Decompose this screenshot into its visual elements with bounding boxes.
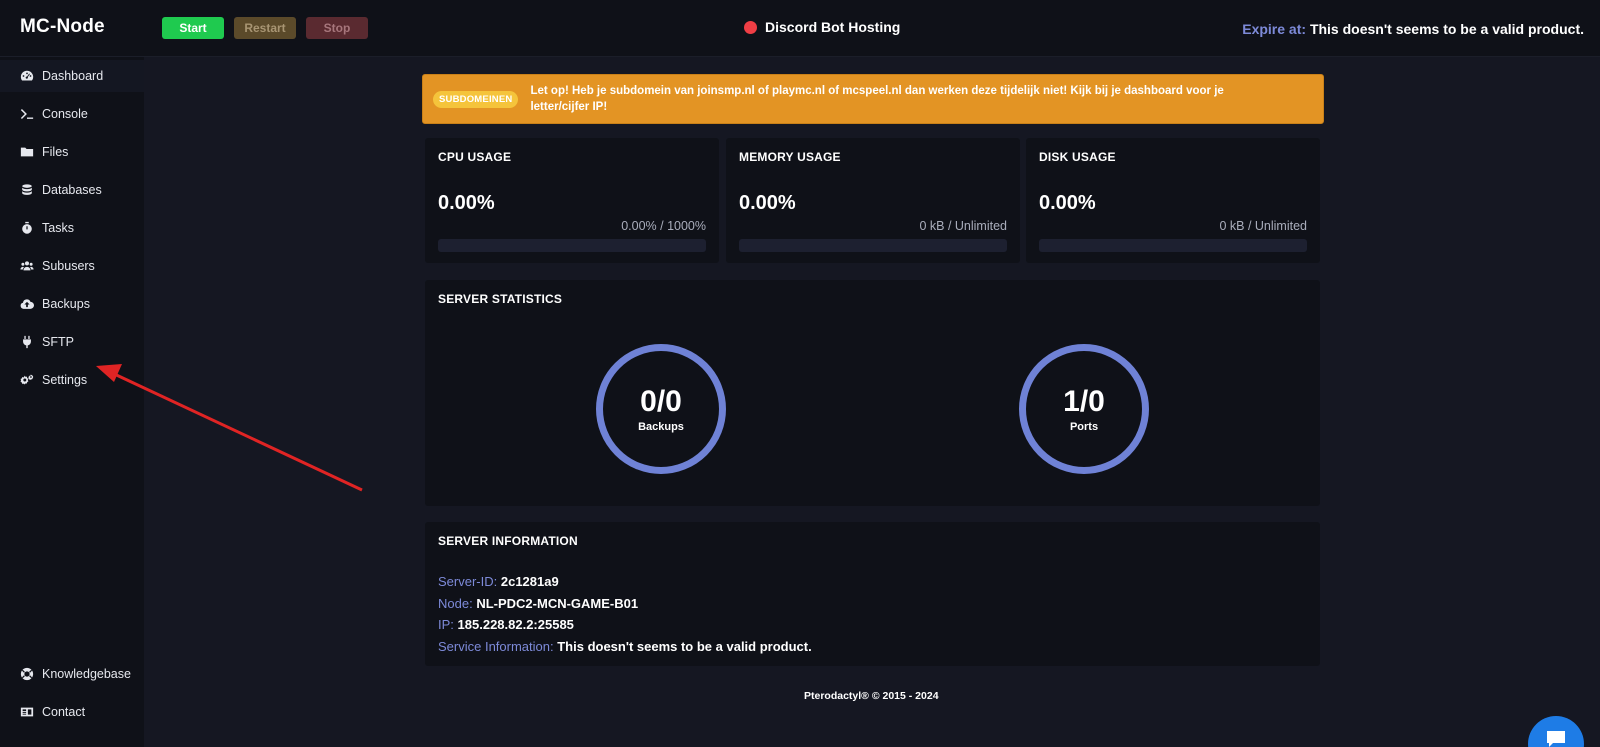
- id-card-icon: [20, 705, 34, 719]
- node-row: Node: NL-PDC2-MCN-GAME-B01: [438, 596, 638, 611]
- cpu-usage-value: 0.00%: [438, 192, 495, 214]
- cogs-icon: [20, 373, 34, 387]
- cpu-usage-card: CPU USAGE 0.00% 0.00% / 1000%: [425, 138, 719, 263]
- sidebar-item-label: Tasks: [42, 221, 74, 235]
- sidebar-item-label: Knowledgebase: [42, 667, 131, 681]
- sidebar-item-console[interactable]: Console: [0, 98, 144, 130]
- sidebar-item-tasks[interactable]: Tasks: [0, 212, 144, 244]
- terminal-icon: [20, 107, 34, 121]
- disk-usage-bar: [1039, 239, 1307, 252]
- card-title: MEMORY USAGE: [739, 150, 841, 164]
- database-icon: [20, 183, 34, 197]
- plug-icon: [20, 335, 34, 349]
- sidebar-item-label: Databases: [42, 183, 102, 197]
- dashboard-icon: [20, 69, 34, 83]
- card-title: SERVER INFORMATION: [438, 534, 578, 548]
- sidebar-item-dashboard[interactable]: Dashboard: [0, 60, 144, 92]
- sidebar-item-settings[interactable]: Settings: [0, 364, 144, 396]
- banner-text: Let op! Heb je subdomein van joinsmp.nl …: [530, 85, 1224, 113]
- node-value: NL-PDC2-MCN-GAME-B01: [476, 596, 639, 611]
- memory-usage-card: MEMORY USAGE 0.00% 0 kB / Unlimited: [726, 138, 1020, 263]
- sidebar-item-label: Contact: [42, 705, 86, 719]
- disk-usage-card: DISK USAGE 0.00% 0 kB / Unlimited: [1026, 138, 1320, 263]
- sidebar-item-files[interactable]: Files: [0, 136, 144, 168]
- server-id-row: Server-ID: 2c1281a9: [438, 574, 559, 589]
- start-button[interactable]: Start: [162, 17, 224, 39]
- server-id-label: Server-ID:: [438, 574, 498, 589]
- cpu-usage-bar: [438, 239, 706, 252]
- disk-usage-detail: 0 kB / Unlimited: [1219, 219, 1307, 233]
- card-title: CPU USAGE: [438, 150, 512, 164]
- sidebar-item-backups[interactable]: Backups: [0, 288, 144, 320]
- stopwatch-icon: [20, 221, 34, 235]
- restart-button[interactable]: Restart: [234, 17, 296, 39]
- service-info-value: This doesn't seems to be a valid product…: [557, 639, 812, 654]
- ip-value[interactable]: 185.228.82.2:25585: [458, 617, 574, 632]
- node-label: Node:: [438, 596, 473, 611]
- sidebar: Dashboard Console Files Databases Tasks …: [0, 57, 144, 747]
- announcement-banner: SUBDOMEINEN Let op! Heb je subdomein van…: [422, 74, 1324, 124]
- disk-usage-value: 0.00%: [1039, 192, 1096, 214]
- footer-copyright: Pterodactyl® © 2015 - 2024: [804, 690, 939, 702]
- sidebar-item-label: Console: [42, 107, 88, 121]
- sidebar-item-label: Files: [42, 145, 69, 159]
- sidebar-item-contact[interactable]: Contact: [0, 696, 144, 728]
- server-information-card: SERVER INFORMATION Server-ID: 2c1281a9 N…: [425, 522, 1320, 666]
- service-info-label: Service Information:: [438, 639, 554, 654]
- memory-usage-detail: 0 kB / Unlimited: [919, 219, 1007, 233]
- server-status: Discord Bot Hosting: [744, 19, 900, 35]
- sidebar-item-label: Subusers: [42, 259, 95, 273]
- expire-label: Expire at:: [1242, 21, 1307, 37]
- brand-logo[interactable]: MC-Node: [20, 16, 105, 38]
- sidebar-item-label: SFTP: [42, 335, 74, 349]
- ports-label: Ports: [1069, 420, 1099, 433]
- sidebar-item-label: Settings: [42, 373, 88, 387]
- memory-usage-value: 0.00%: [739, 192, 796, 214]
- users-icon: [20, 259, 34, 273]
- memory-usage-bar: [739, 239, 1007, 252]
- server-statistics-card: SERVER STATISTICS 0/0 Backups 1/0 Ports: [425, 280, 1320, 506]
- stop-button[interactable]: Stop: [306, 17, 368, 39]
- sidebar-item-label: Backups: [42, 297, 90, 311]
- card-title: SERVER STATISTICS: [438, 292, 563, 306]
- cloud-upload-icon: [20, 297, 34, 311]
- cpu-usage-detail: 0.00% / 1000%: [621, 219, 706, 233]
- backups-stat-ring: 0/0 Backups: [596, 344, 726, 474]
- ports-count: 1/0: [1063, 384, 1105, 418]
- sidebar-item-databases[interactable]: Databases: [0, 174, 144, 206]
- status-dot-icon: [744, 20, 757, 34]
- chat-icon: [1545, 730, 1567, 747]
- backups-label: Backups: [638, 420, 684, 433]
- card-title: DISK USAGE: [1039, 150, 1116, 164]
- server-name: Discord Bot Hosting: [765, 19, 901, 35]
- life-ring-icon: [20, 667, 34, 681]
- ports-stat-ring: 1/0 Ports: [1019, 344, 1149, 474]
- chat-widget-button[interactable]: [1528, 716, 1584, 747]
- expire-info: Expire at: This doesn't seems to be a va…: [1242, 21, 1584, 37]
- sidebar-item-knowledgebase[interactable]: Knowledgebase: [0, 658, 144, 690]
- banner-badge: SUBDOMEINEN: [433, 90, 519, 108]
- backups-count: 0/0: [640, 384, 682, 418]
- ip-label: IP:: [438, 617, 454, 632]
- sidebar-item-sftp[interactable]: SFTP: [0, 326, 144, 358]
- folder-icon: [20, 145, 34, 159]
- sidebar-item-label: Dashboard: [42, 69, 104, 83]
- ip-row: IP: 185.228.82.2:25585: [438, 617, 574, 632]
- service-info-row: Service Information: This doesn't seems …: [438, 639, 812, 654]
- server-id-value: 2c1281a9: [500, 574, 559, 589]
- top-bar: MC-Node Start Restart Stop Discord Bot H…: [0, 0, 1600, 57]
- expire-value: This doesn't seems to be a valid product…: [1309, 21, 1584, 37]
- sidebar-item-subusers[interactable]: Subusers: [0, 250, 144, 282]
